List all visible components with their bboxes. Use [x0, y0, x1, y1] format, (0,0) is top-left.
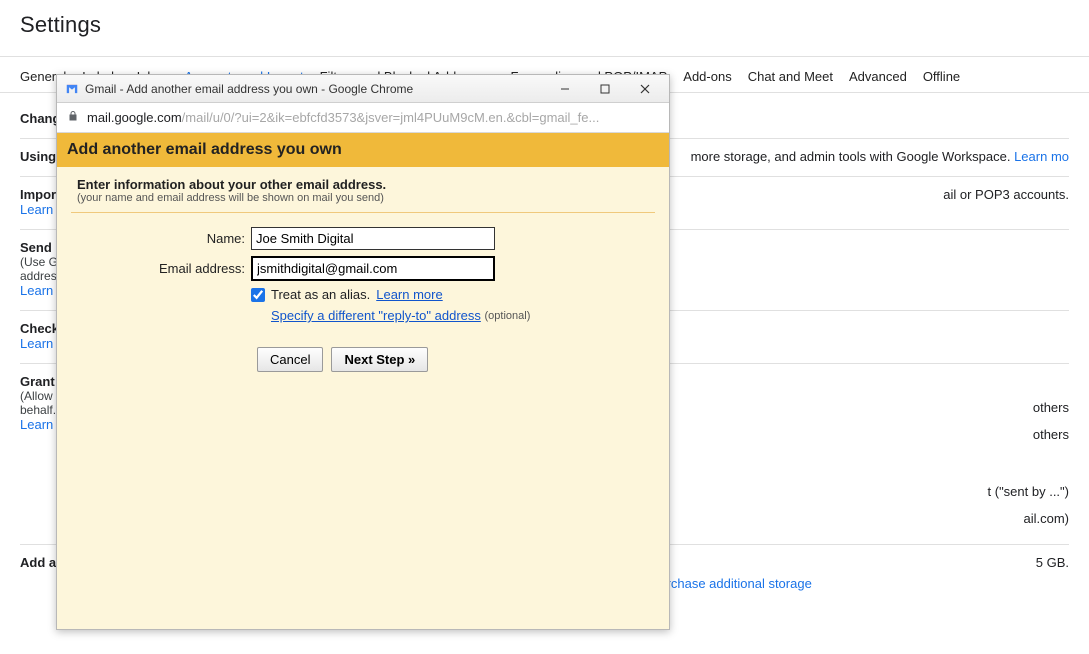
add-purchase-link[interactable]: Purchase additional storage: [651, 576, 812, 591]
minimize-button[interactable]: [545, 76, 585, 102]
tab-advanced[interactable]: Advanced: [849, 69, 907, 84]
alias-checkbox[interactable]: [251, 288, 265, 302]
page-title: Settings: [0, 0, 1089, 56]
cancel-button[interactable]: Cancel: [257, 347, 323, 372]
url-path: /mail/u/0/?ui=2&ik=ebfcfd3573&jsver=jml4…: [182, 110, 600, 125]
popup-header: Add another email address you own: [57, 133, 669, 167]
add-text: 5 GB.: [1036, 555, 1069, 570]
alias-label: Treat as an alias.: [271, 287, 370, 302]
import-text: ail or POP3 accounts.: [943, 187, 1069, 202]
using-learn-link[interactable]: Learn mo: [1014, 149, 1069, 164]
tab-chat[interactable]: Chat and Meet: [748, 69, 833, 84]
tab-addons[interactable]: Add-ons: [683, 69, 731, 84]
reply-to-link[interactable]: Specify a different "reply-to" address: [271, 308, 481, 323]
window-titlebar[interactable]: Gmail - Add another email address you ow…: [57, 75, 669, 103]
info-line-1: Enter information about your other email…: [71, 177, 655, 192]
optional-text: (optional): [485, 310, 531, 322]
gmail-icon: [65, 82, 79, 96]
address-bar[interactable]: mail.google.com/mail/u/0/?ui=2&ik=ebfcfd…: [57, 103, 669, 133]
email-label: Email address:: [71, 261, 251, 276]
alias-learn-link[interactable]: Learn more: [376, 287, 442, 302]
info-line-2: (your name and email address will be sho…: [71, 192, 655, 213]
name-input[interactable]: [251, 227, 495, 250]
next-step-button[interactable]: Next Step »: [331, 347, 428, 372]
email-input[interactable]: [251, 256, 495, 281]
lock-icon: [67, 110, 79, 125]
popup-body: Enter information about your other email…: [57, 167, 669, 629]
url-host: mail.google.com: [87, 110, 182, 125]
tab-offline[interactable]: Offline: [923, 69, 960, 84]
using-text: more storage, and admin tools with Googl…: [691, 149, 1011, 164]
popup-window: Gmail - Add another email address you ow…: [56, 74, 670, 630]
name-label: Name:: [71, 231, 251, 246]
close-button[interactable]: [625, 76, 665, 102]
window-title: Gmail - Add another email address you ow…: [85, 82, 413, 96]
maximize-button[interactable]: [585, 76, 625, 102]
